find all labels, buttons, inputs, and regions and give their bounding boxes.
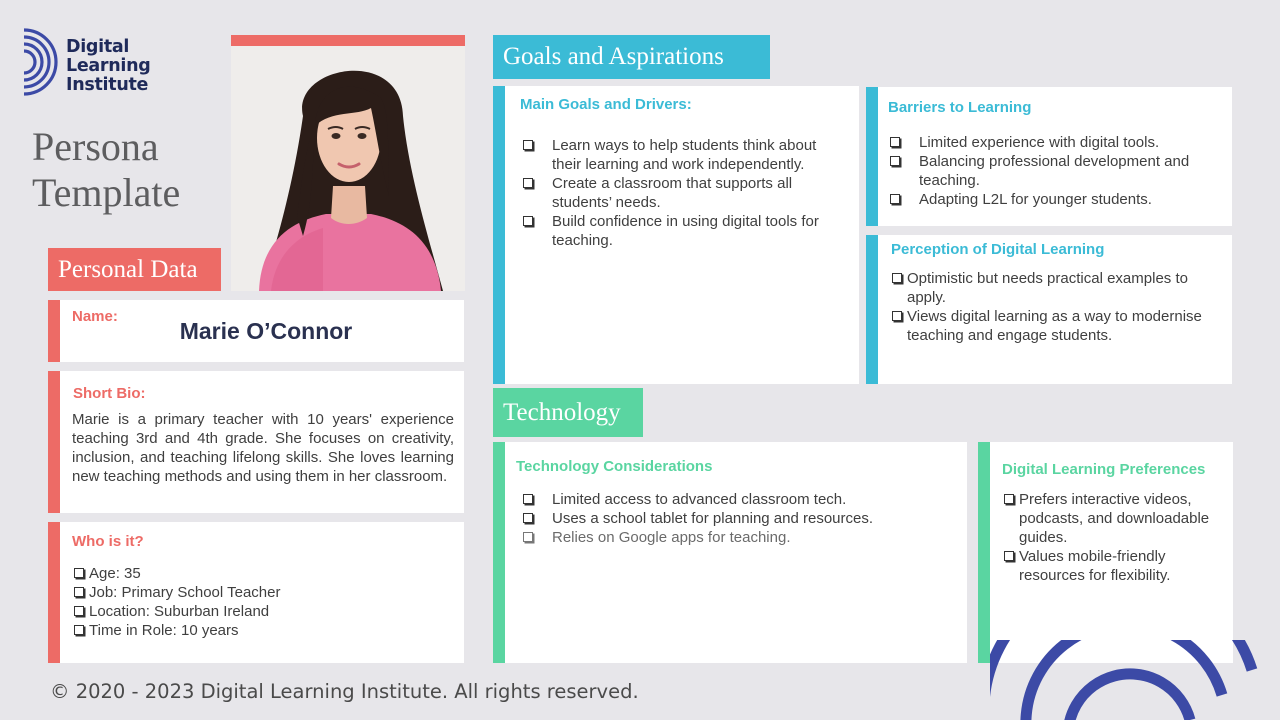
list-item: Limited experience with digital tools. [888,133,1218,152]
checkbox-icon [892,311,902,321]
checkbox-icon [523,178,533,188]
checkbox-icon [892,273,902,283]
card-stripe [866,87,878,226]
barriers-card: Barriers to Learning Limited experience … [866,87,1232,226]
checkbox-icon [74,625,84,635]
list-item: Learn ways to help students think about … [521,136,841,174]
logo-arcs-icon [23,28,58,96]
goals-list: Learn ways to help students think about … [521,136,841,250]
learning-preferences-card: Digital Learning Preferences Prefers int… [978,442,1233,663]
card-stripe [978,442,990,663]
photo-accent-bar [231,35,465,46]
checkbox-icon [74,568,84,578]
list-item: Prefers interactive videos, podcasts, an… [1002,490,1222,547]
card-stripe [866,235,878,384]
card-stripe [48,522,60,663]
barriers-list: Limited experience with digital tools. B… [888,133,1218,209]
list-item: Adapting L2L for younger students. [888,190,1218,209]
perception-list: Optimistic but needs practical examples … [890,269,1224,345]
prefs-list: Prefers interactive videos, podcasts, an… [1002,490,1222,585]
list-item: Values mobile-friendly resources for fle… [1002,547,1222,585]
list-item: Build confidence in using digital tools … [521,212,841,250]
perception-title: Perception of Digital Learning [891,241,1105,258]
checkbox-icon [1004,551,1014,561]
prefs-title: Digital Learning Preferences [1002,461,1206,478]
tech-list: Limited access to advanced classroom tec… [521,490,941,547]
logo-line-1: Digital [66,37,130,57]
bio-card: Short Bio: Marie is a primary teacher wi… [48,371,464,513]
checkbox-icon [523,494,533,504]
persona-portrait-icon [231,46,465,291]
checkbox-icon [74,587,84,597]
checkbox-icon [523,532,533,542]
tech-considerations-card: Technology Considerations Limited access… [493,442,967,663]
checkbox-icon [890,194,900,204]
perception-card: Perception of Digital Learning Optimisti… [866,235,1232,384]
list-item: Balancing professional development and t… [888,152,1218,190]
list-item: Create a classroom that supports all stu… [521,174,841,212]
who-list: Age: 35 Job: Primary School Teacher Loca… [72,564,280,640]
copyright-text: © 2020 - 2023 Digital Learning Institute… [50,680,639,703]
logo-line-3: Institute [66,75,149,95]
list-item: Location: Suburban Ireland [72,602,280,621]
card-stripe [493,86,505,384]
checkbox-icon [890,156,900,166]
logo-line-2: Learning [66,56,151,76]
persona-photo [231,46,465,291]
list-item: Relies on Google apps for teaching. [521,528,941,547]
goals-title: Main Goals and Drivers: [520,96,692,113]
bio-text: Marie is a primary teacher with 10 years… [72,411,454,485]
name-card: Name: Marie O’Connor [48,300,464,362]
list-item: Job: Primary School Teacher [72,583,280,602]
brand-logo: Digital Learning Institute [22,26,172,98]
personal-data-heading: Personal Data [48,248,221,291]
checkbox-icon [890,137,900,147]
card-stripe [493,442,505,663]
decorative-arcs-icon [990,640,1258,720]
goals-card: Main Goals and Drivers: Learn ways to he… [493,86,859,384]
who-card: Who is it? Age: 35 Job: Primary School T… [48,522,464,663]
technology-heading: Technology [493,388,643,437]
persona-name: Marie O’Connor [179,318,353,344]
bio-label: Short Bio: [73,385,146,402]
list-item: Uses a school tablet for planning and re… [521,509,941,528]
tech-title: Technology Considerations [516,458,713,475]
list-item: Views digital learning as a way to moder… [890,307,1224,345]
checkbox-icon [1004,494,1014,504]
page-title: Persona Template [32,124,181,215]
list-item: Time in Role: 10 years [72,621,280,640]
list-item: Age: 35 [72,564,280,583]
checkbox-icon [74,606,84,616]
checkbox-icon [523,216,533,226]
checkbox-icon [523,140,533,150]
goals-heading: Goals and Aspirations [493,35,770,79]
list-item: Limited access to advanced classroom tec… [521,490,941,509]
list-item: Optimistic but needs practical examples … [890,269,1224,307]
who-label: Who is it? [72,533,144,550]
card-stripe [48,371,60,513]
checkbox-icon [523,513,533,523]
barriers-title: Barriers to Learning [888,99,1032,116]
